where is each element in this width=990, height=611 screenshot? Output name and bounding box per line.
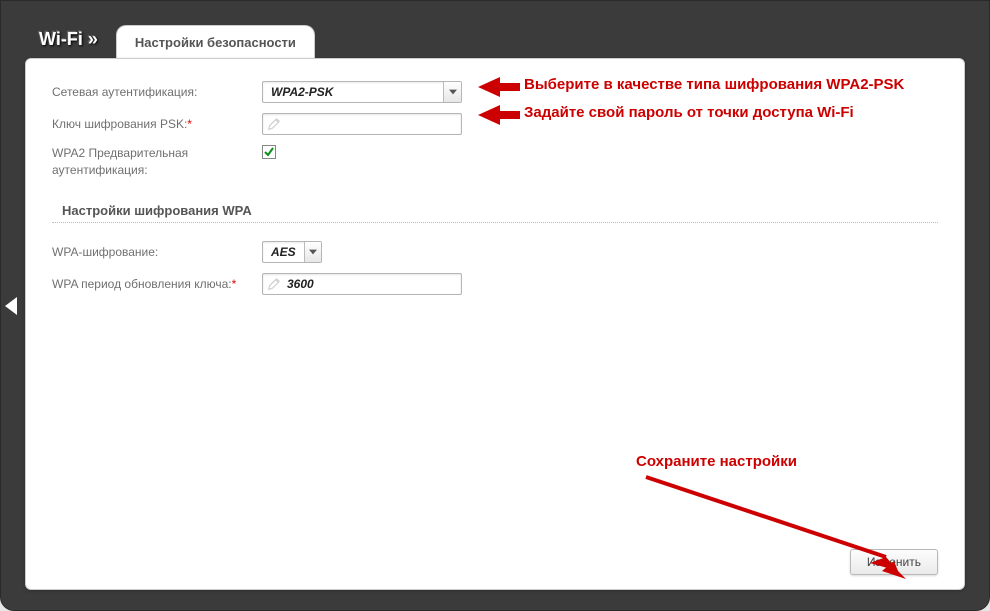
pencil-icon xyxy=(267,117,281,131)
label-network-auth: Сетевая аутентификация: xyxy=(52,85,262,99)
section-title-wpa-encryption: Настройки шифрования WPA xyxy=(62,203,938,218)
select-network-auth[interactable]: WPA2-PSK xyxy=(262,81,462,103)
input-psk-key-field[interactable] xyxy=(285,116,457,132)
app-frame: Wi-Fi » Настройки безопасности Сетевая а… xyxy=(0,0,990,611)
divider xyxy=(52,222,938,223)
breadcrumb[interactable]: Wi-Fi » xyxy=(39,29,98,58)
row-wpa2-preauth: WPA2 Предварительная аутентификация: xyxy=(52,145,938,179)
checkbox-wpa2-preauth[interactable] xyxy=(262,145,276,159)
label-wpa-rekey: WPA период обновления ключа:* xyxy=(52,277,262,291)
chevron-down-icon[interactable] xyxy=(304,242,321,262)
pencil-icon xyxy=(267,277,281,291)
annotation-text-3: Сохраните настройки xyxy=(636,453,797,470)
annotation-arrow-icon xyxy=(478,105,500,125)
label-psk-key: Ключ шифрования PSK:* xyxy=(52,117,262,131)
tab-security-settings[interactable]: Настройки безопасности xyxy=(116,25,315,58)
annotation-text-2: Задайте свой пароль от точки доступа Wi-… xyxy=(524,104,854,121)
select-wpa-encryption-value: AES xyxy=(263,245,304,259)
input-wpa-rekey-field[interactable] xyxy=(285,276,457,292)
label-wpa2-preauth: WPA2 Предварительная аутентификация: xyxy=(52,145,262,179)
annotation-arrow-icon xyxy=(478,77,500,97)
settings-panel: Сетевая аутентификация: WPA2-PSK Ключ ши… xyxy=(25,58,965,590)
annotation-text-1: Выберите в качестве типа шифрования WPA2… xyxy=(524,76,904,93)
collapse-sidebar-arrow-icon[interactable] xyxy=(5,297,17,315)
label-wpa-encryption: WPA-шифрование: xyxy=(52,245,262,259)
save-button[interactable]: Изменить xyxy=(850,549,938,575)
row-wpa-rekey: WPA период обновления ключа:* xyxy=(52,273,938,295)
row-wpa-encryption: WPA-шифрование: AES xyxy=(52,241,938,263)
input-psk-key[interactable] xyxy=(262,113,462,135)
select-wpa-encryption[interactable]: AES xyxy=(262,241,322,263)
select-network-auth-value: WPA2-PSK xyxy=(263,85,443,99)
input-wpa-rekey[interactable] xyxy=(262,273,462,295)
header: Wi-Fi » Настройки безопасности xyxy=(39,25,965,58)
chevron-down-icon[interactable] xyxy=(443,82,461,102)
